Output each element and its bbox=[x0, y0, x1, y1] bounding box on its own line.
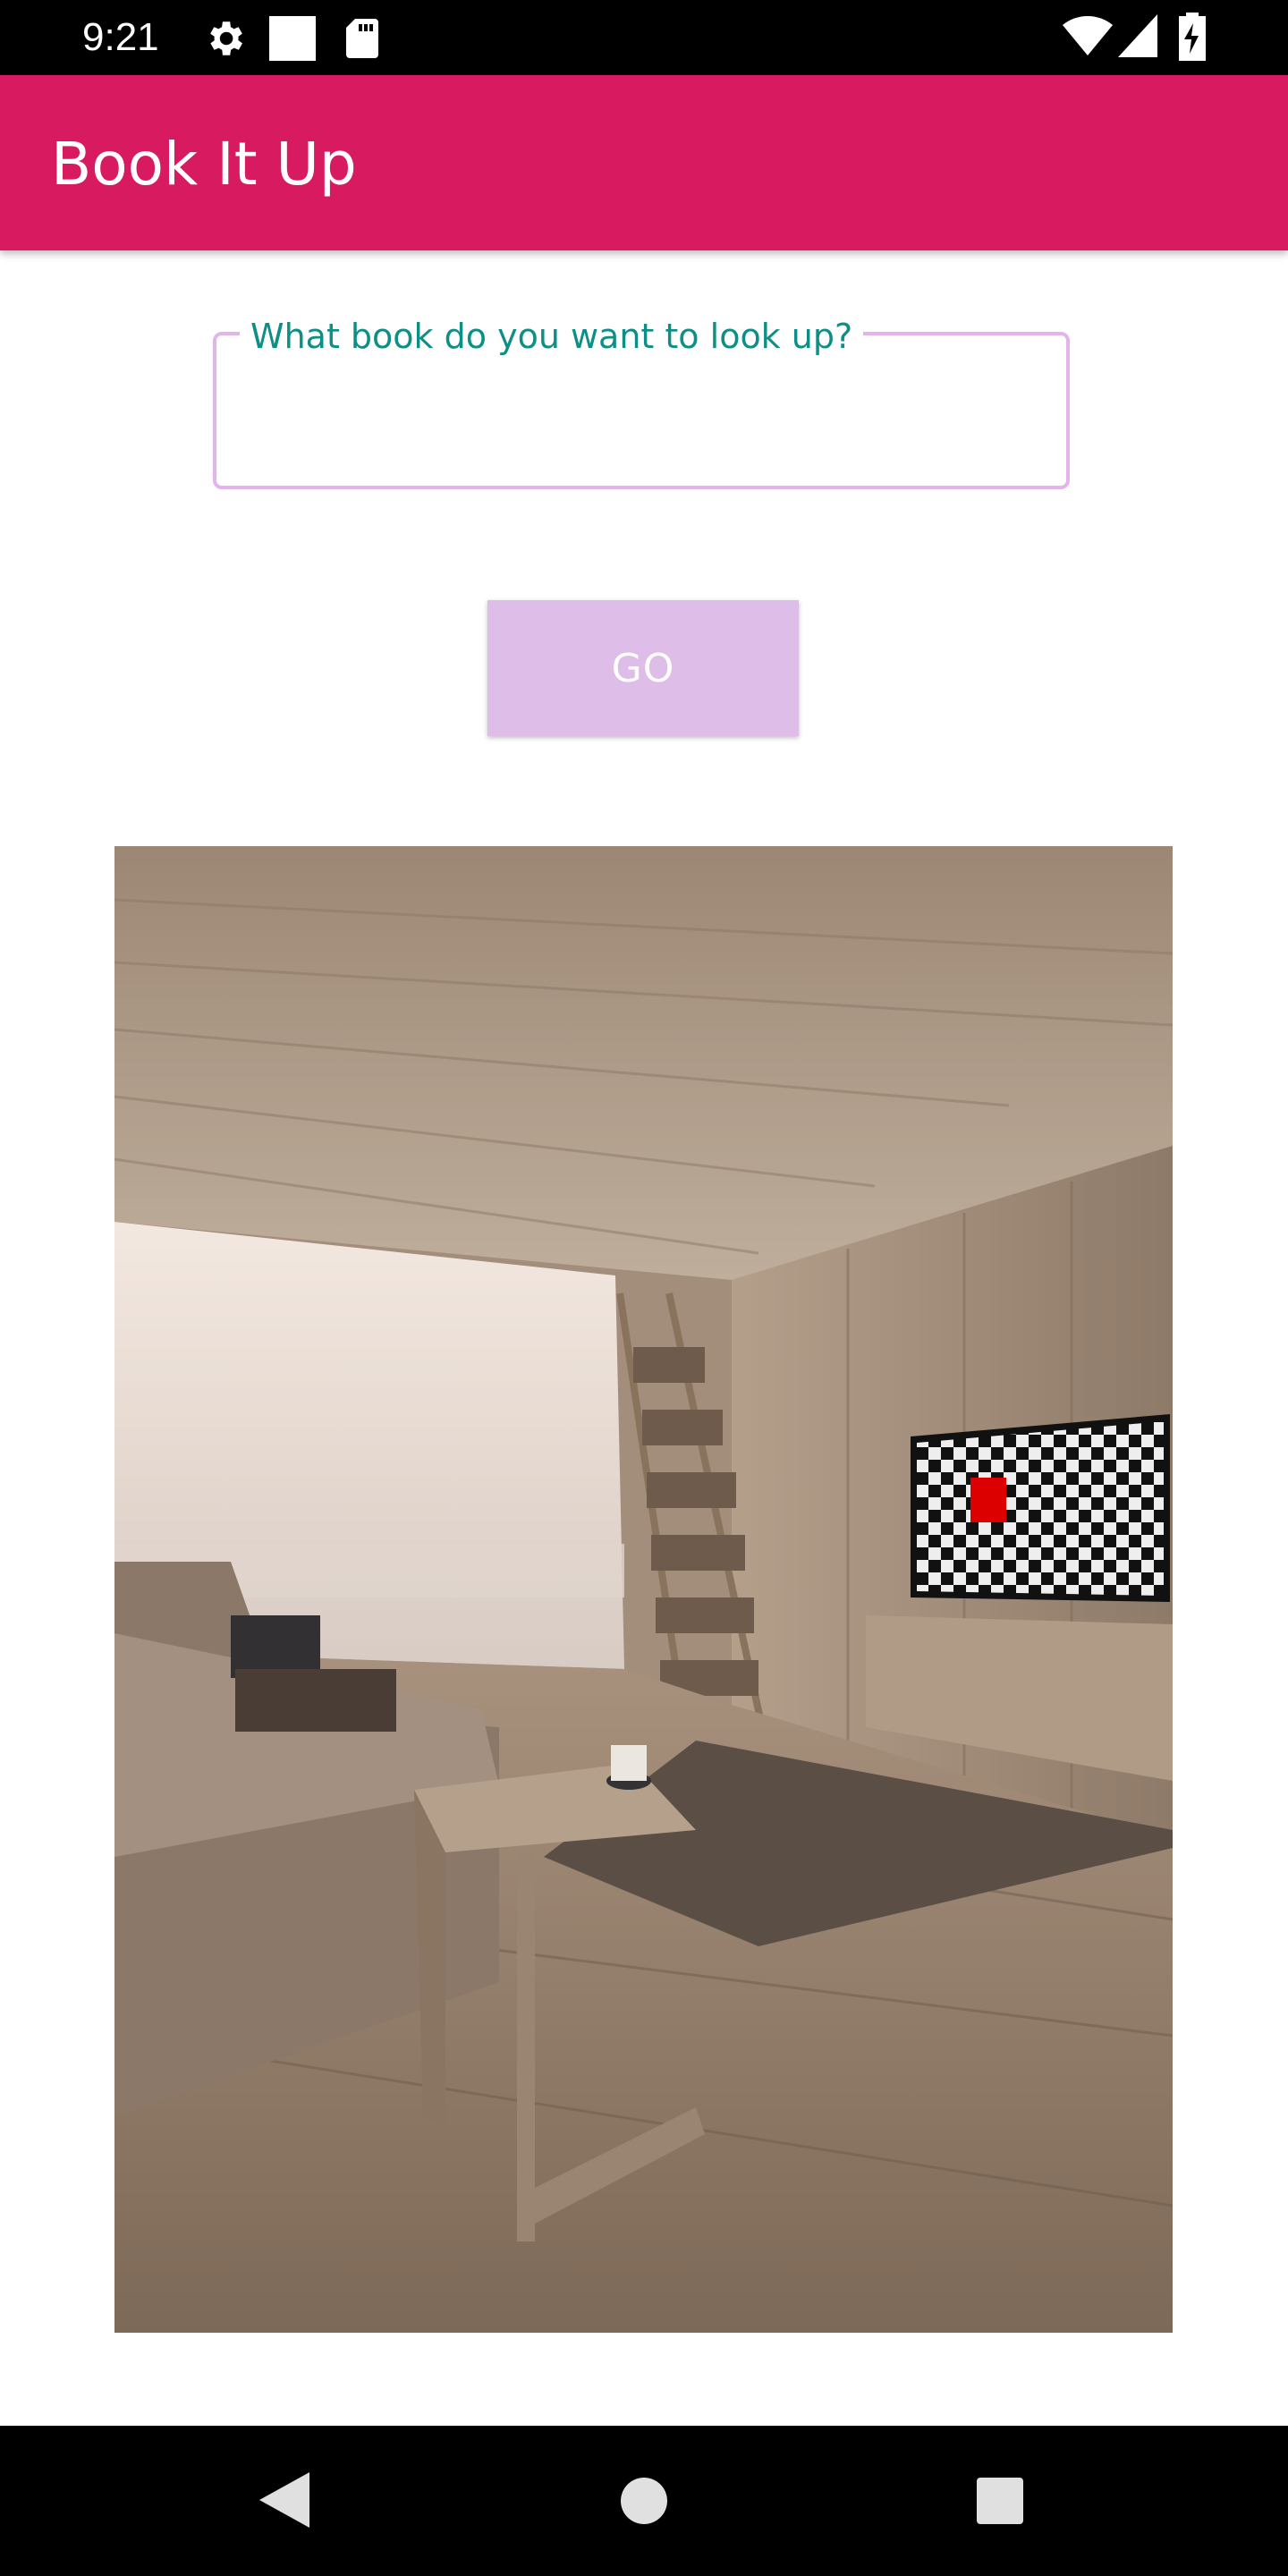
living-room-image bbox=[114, 846, 1173, 2333]
room-photo bbox=[114, 846, 1173, 2333]
search-input[interactable] bbox=[234, 367, 1052, 467]
home-icon[interactable] bbox=[621, 2478, 667, 2524]
app-title: Book It Up bbox=[51, 130, 357, 199]
go-button[interactable]: GO bbox=[487, 600, 799, 736]
status-bar: 9:21 bbox=[0, 0, 1288, 75]
wifi-icon bbox=[1063, 15, 1113, 56]
gear-icon bbox=[210, 21, 242, 55]
recents-icon[interactable] bbox=[977, 2478, 1023, 2524]
battery-charging-icon bbox=[1179, 13, 1206, 61]
sd-card-icon bbox=[346, 19, 378, 58]
signal-icon bbox=[1118, 14, 1157, 57]
search-label: What book do you want to look up? bbox=[240, 312, 864, 360]
nav-bar bbox=[0, 2426, 1288, 2576]
app-bar: Book It Up bbox=[0, 75, 1288, 250]
square-icon bbox=[269, 16, 316, 61]
back-icon[interactable] bbox=[259, 2472, 309, 2528]
status-time: 9:21 bbox=[82, 15, 159, 59]
